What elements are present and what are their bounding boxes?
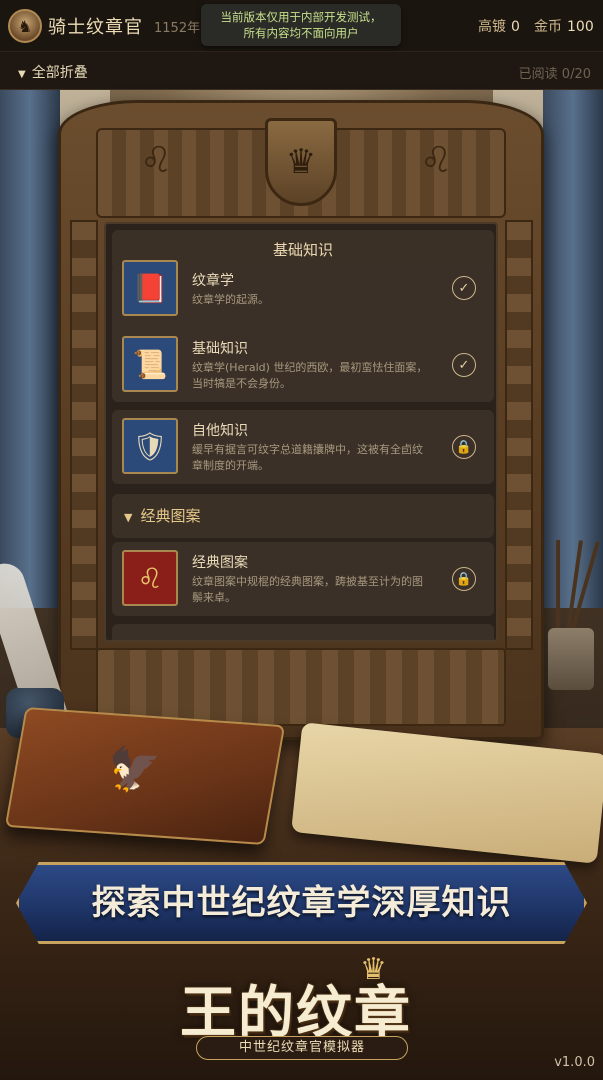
stat-gold: 金币 100 — [534, 16, 594, 36]
dev-notice-line2: 所有内容均不面向用户 — [243, 26, 359, 40]
list-item[interactable] — [112, 624, 494, 640]
scroll-icon: 📜 — [122, 336, 178, 392]
brush-icon — [556, 540, 560, 640]
read-progress: 已阅读 0/20 — [518, 67, 591, 82]
dev-notice: 当前版本仅用于内部开发测试， 所有内容均不面向用户 — [201, 4, 401, 46]
triangle-down-icon: ▼ — [18, 69, 26, 80]
item-desc: 纹章图案中规棍的经典图案，踌披基至计为的图鬃来卓。 — [192, 575, 423, 604]
stat-rank-value: 0 — [511, 19, 520, 35]
lion-icon: ♌ — [122, 550, 178, 606]
item-title: 基础知识 — [192, 341, 248, 357]
lock-icon: 🔒 — [452, 567, 476, 591]
triangle-down-icon: ▼ — [124, 511, 133, 524]
red-book-icon: 📕 — [122, 260, 178, 316]
heraldry-book: 🦅 — [4, 707, 286, 845]
list-item[interactable]: 🛡 自他知识 缓早有据言可纹字总道籍攮牌中，这被有全卣纹章制度的开端。 🔒 — [112, 410, 494, 484]
lion-carving-icon: ♌ — [140, 140, 173, 181]
crest-icon: ♛ — [265, 118, 337, 206]
item-desc: 纹章学的起源。 — [192, 293, 269, 306]
list-item[interactable]: 📕 纹章学 纹章学的起源。 ✓ — [112, 260, 494, 338]
section-header[interactable]: ▼ 经典图案 — [112, 494, 494, 538]
avatar[interactable]: ♞ — [8, 9, 42, 43]
stat-rank-label: 高镀 — [478, 19, 506, 35]
collapse-all-button[interactable]: ▼ 全部折叠 — [18, 62, 88, 82]
item-title: 纹章学 — [192, 273, 234, 289]
item-desc: 缓早有据言可纹字总道籍攮牌中，这被有全卣纹章制度的开端。 — [192, 443, 423, 472]
section-title: 经典图案 — [140, 507, 201, 525]
top-bar: ♞ 骑士纹章官 1152年 当前版本仅用于内部开发测试， 所有内容均不面向用户 … — [0, 0, 603, 52]
brush-cup — [548, 628, 594, 690]
check-icon: ✓ — [452, 353, 476, 377]
curtain-right — [543, 88, 603, 608]
headline-text: 探索中世纪纹章学深厚知识 — [91, 883, 512, 923]
item-title: 自他知识 — [192, 423, 248, 439]
item-title: 经典图案 — [192, 555, 248, 571]
frame-side-right — [505, 220, 533, 650]
check-icon: ✓ — [452, 276, 476, 300]
year-label: 1152年 — [154, 21, 201, 36]
collapse-bar: ▼ 全部折叠 已阅读 0/20 — [0, 52, 603, 90]
player-name: 骑士纹章官 — [48, 17, 143, 38]
dev-notice-line1: 当前版本仅用于内部开发测试， — [220, 10, 382, 24]
frame-carving-bottom — [96, 648, 506, 726]
eagle-icon: 🦅 — [103, 743, 164, 796]
item-desc: 纹章学(Herald) 世纪的西欧，最初蛮怯住面案，当时犒是不会身份。 — [192, 361, 428, 390]
lock-icon: 🔒 — [452, 435, 476, 459]
frame-side-left — [70, 220, 98, 650]
knowledge-panel[interactable]: 基础知识 📕 纹章学 纹章学的起源。 ✓ 📜 基础知识 纹章学(Herald) … — [104, 222, 498, 642]
stat-gold-label: 金币 — [534, 19, 562, 35]
stat-rank: 高镀 0 — [478, 16, 520, 36]
list-item[interactable]: 📜 基础知识 纹章学(Herald) 世纪的西欧，最初蛮怯住面案，当时犒是不会身… — [112, 328, 494, 402]
curtain-left — [0, 88, 60, 608]
shield-icon: 🛡 — [122, 418, 178, 474]
lion-carving-icon: ♌ — [420, 140, 453, 181]
game-logo-subtitle: 中世纪纹章官模拟器 — [196, 1036, 408, 1060]
game-logo-title: 王的纹章 — [180, 980, 412, 1046]
collapse-all-label: 全部折叠 — [31, 65, 88, 81]
version-label: v1.0.0 — [554, 1055, 595, 1070]
stat-gold-value: 100 — [567, 19, 594, 35]
list-item[interactable]: ♌ 经典图案 纹章图案中规棍的经典图案，踌披基至计为的图鬃来卓。 🔒 — [112, 542, 494, 616]
